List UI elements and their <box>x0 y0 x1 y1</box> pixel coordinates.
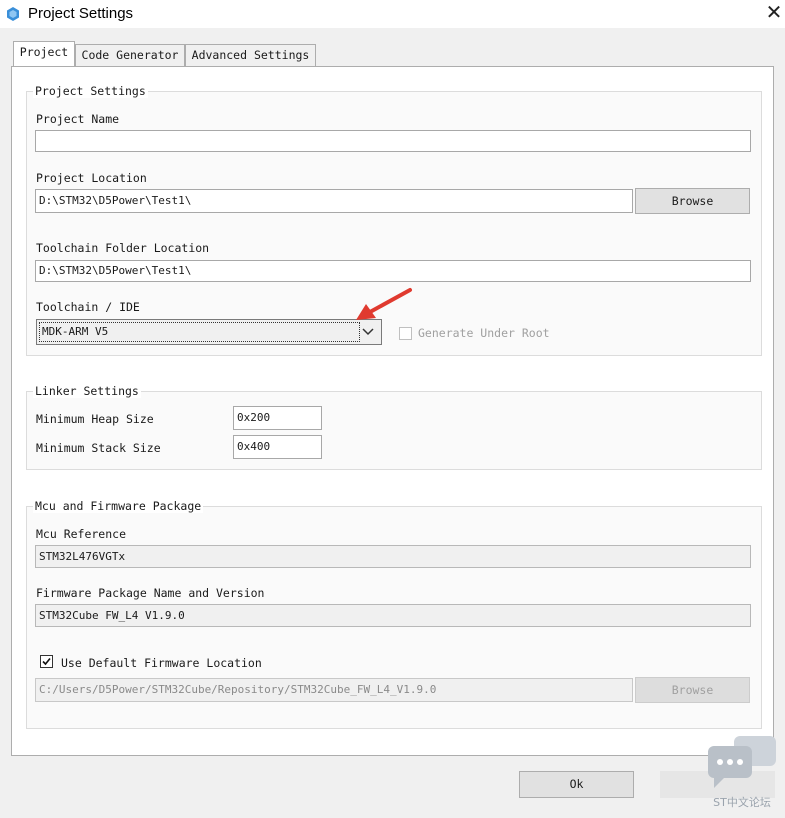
watermark-text: ST中文论坛 <box>713 796 771 809</box>
chat-bubble-icon <box>708 736 776 788</box>
min-stack-label: Minimum Stack Size <box>36 441 161 455</box>
linker-settings-group <box>26 391 762 470</box>
min-heap-input[interactable]: 0x200 <box>233 406 322 430</box>
mcu-firmware-title: Mcu and Firmware Package <box>33 499 204 513</box>
tab-advanced-settings[interactable]: Advanced Settings <box>185 44 316 66</box>
project-name-input[interactable] <box>35 130 751 152</box>
watermark: ST中文论坛 <box>706 734 778 809</box>
stm32cubemx-icon <box>7 7 19 21</box>
generate-under-root-label: Generate Under Root <box>418 326 550 340</box>
project-name-label: Project Name <box>36 112 120 126</box>
use-default-fw-label: Use Default Firmware Location <box>61 656 262 670</box>
mcu-reference-field: STM32L476VGTx <box>35 545 751 568</box>
generate-under-root-checkbox[interactable] <box>399 327 412 340</box>
toolchain-folder-label: Toolchain Folder Location <box>36 241 210 255</box>
project-location-browse-button[interactable]: Browse <box>635 188 750 214</box>
min-heap-label: Minimum Heap Size <box>36 412 154 426</box>
toolchain-ide-select[interactable]: MDK-ARM V5 <box>36 319 382 345</box>
fw-location-browse-button[interactable]: Browse <box>635 677 750 703</box>
window-title: Project Settings <box>28 5 134 22</box>
project-location-input[interactable]: D:\STM32\D5Power\Test1\ <box>35 189 633 213</box>
tab-project[interactable]: Project <box>13 41 75 66</box>
min-stack-input[interactable]: 0x400 <box>233 435 322 459</box>
close-icon[interactable]: ✕ <box>764 2 784 24</box>
checkmark-icon <box>42 657 51 666</box>
fw-package-label: Firmware Package Name and Version <box>36 586 265 600</box>
toolchain-ide-label: Toolchain / IDE <box>36 300 140 314</box>
project-location-label: Project Location <box>36 171 147 185</box>
ok-button[interactable]: Ok <box>519 771 634 798</box>
fw-package-field: STM32Cube FW_L4 V1.9.0 <box>35 604 751 627</box>
project-settings-title: Project Settings <box>33 84 148 98</box>
tab-code-generator[interactable]: Code Generator <box>75 44 185 66</box>
fw-location-input[interactable]: C:/Users/D5Power/STM32Cube/Repository/ST… <box>35 678 633 702</box>
toolchain-folder-input[interactable]: D:\STM32\D5Power\Test1\ <box>35 260 751 282</box>
linker-settings-title: Linker Settings <box>33 384 141 398</box>
mcu-reference-label: Mcu Reference <box>36 527 127 541</box>
red-arrow-annotation <box>356 288 412 320</box>
use-default-fw-checkbox[interactable] <box>40 655 53 668</box>
toolchain-ide-value: MDK-ARM V5 <box>39 322 360 342</box>
chevron-down-icon[interactable] <box>361 326 375 338</box>
